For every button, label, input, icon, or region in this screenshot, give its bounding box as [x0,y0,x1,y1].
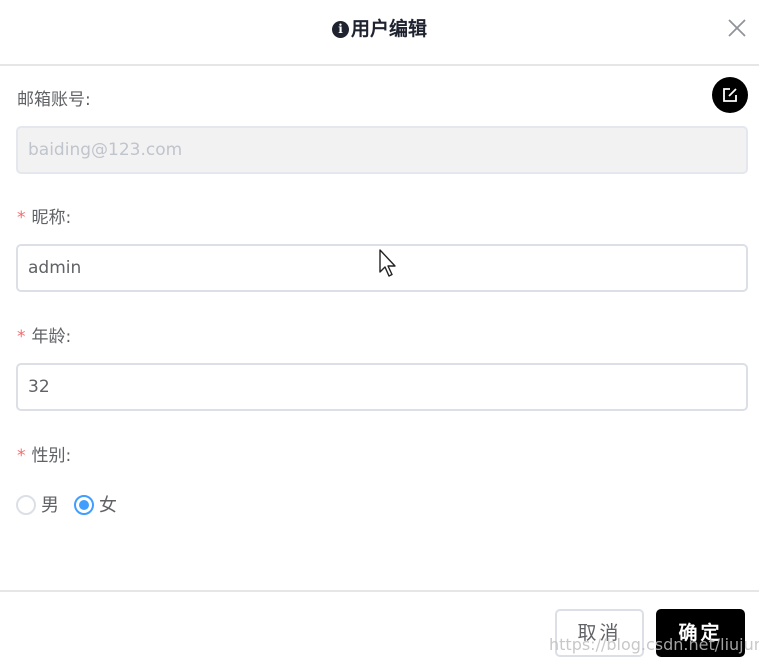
email-label: 邮箱账号: [17,90,91,110]
gender-label-text: 性别: [31,446,72,466]
required-mark: * [17,327,26,347]
gender-radio-male-label: 男 [41,495,59,516]
radio-circle[interactable] [74,495,94,515]
info-icon: i [331,21,349,38]
nickname-label-text: 昵称: [31,208,72,228]
nickname-label: * 昵称: [17,206,71,230]
age-label-text: 年龄: [31,327,72,347]
radio-circle[interactable] [16,495,36,515]
dialog-title-text: 用户编辑 [350,18,427,40]
age-field[interactable] [16,363,748,411]
edit-icon [723,88,737,102]
required-mark: * [17,208,26,228]
dialog-title: i 用户编辑 [0,15,759,43]
footer-divider [0,590,759,592]
email-field [16,126,748,174]
gender-label: * 性别: [17,444,71,468]
age-label: * 年龄: [17,325,71,349]
dialog-header: i 用户编辑 [0,0,759,66]
edit-button[interactable] [712,77,748,113]
required-mark: * [17,446,26,466]
close-icon[interactable] [726,17,748,39]
mouse-cursor-icon [379,249,396,277]
watermark: https://blog.csdn.net/liujun03 [549,635,759,654]
gender-radio-female-label: 女 [99,495,117,516]
